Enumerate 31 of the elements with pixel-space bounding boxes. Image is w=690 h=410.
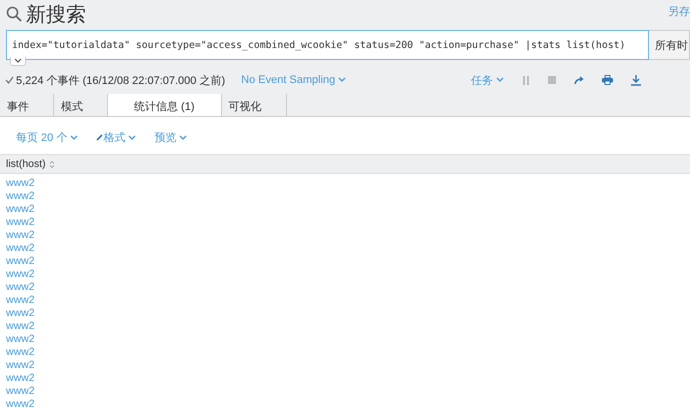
table-cell[interactable]: www2	[6, 190, 684, 203]
table-cell[interactable]: www2	[6, 177, 684, 190]
table-cell[interactable]: www2	[6, 320, 684, 333]
table-cell[interactable]: www2	[6, 359, 684, 372]
table-cell[interactable]: www2	[6, 398, 684, 410]
option-dropdown[interactable]: 预览	[154, 130, 188, 145]
table-cell[interactable]: www2	[6, 229, 684, 242]
table-cell[interactable]: www2	[6, 281, 684, 294]
event-count: 5,224 个事件 (16/12/08 22:07:07.000 之前)	[16, 74, 226, 88]
column-header[interactable]: list(host)	[0, 154, 690, 174]
table-cell[interactable]: www2	[6, 307, 684, 320]
table-cell[interactable]: www2	[6, 346, 684, 359]
jobs-menu[interactable]: 任务	[471, 72, 504, 88]
table-cell[interactable]: www2	[6, 333, 684, 346]
table-cell[interactable]: www2	[6, 203, 684, 216]
tab[interactable]: 可视化	[222, 94, 286, 116]
time-picker[interactable]: 所有时	[649, 30, 690, 60]
table-cell[interactable]: www2	[6, 268, 684, 281]
page-title: 新搜索	[26, 2, 86, 28]
sampling-dropdown[interactable]: No Event Sampling	[241, 74, 346, 86]
option-dropdown[interactable]: 每页 20 个	[16, 130, 78, 145]
search-field[interactable]: index="tutorialdata" sourcetype="access_combined_wcookie" status=200 "action=purchase" |stats list(host)	[6, 30, 649, 60]
table-cell[interactable]: www2	[6, 242, 684, 255]
table-cell[interactable]: www2	[6, 216, 684, 229]
table-cell[interactable]: www2	[6, 294, 684, 307]
table-cell[interactable]: www2	[6, 385, 684, 398]
save-as-link[interactable]: 另存	[668, 4, 690, 19]
tab[interactable]: 统计信息 (1)	[108, 94, 222, 116]
option-dropdown[interactable]: 格式	[96, 130, 136, 145]
table-cell[interactable]: www2	[6, 255, 684, 268]
table-cell[interactable]: www2	[6, 372, 684, 385]
